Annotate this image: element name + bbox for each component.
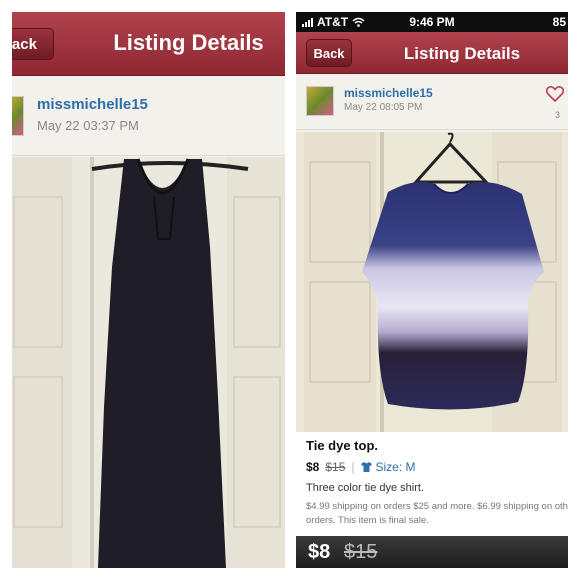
page-title: Listing Details — [113, 30, 264, 55]
dress-photo — [12, 157, 285, 568]
item-title: Tie dye top. — [306, 438, 378, 453]
seller-username[interactable]: missmichelle15 — [344, 86, 433, 100]
divider: | — [351, 460, 355, 474]
header-bar: Back Listing Details — [12, 12, 285, 76]
shirt-icon — [360, 462, 372, 472]
listing-timestamp: May 22 08:05 PM — [344, 102, 423, 113]
avatar[interactable] — [12, 96, 24, 136]
listing-details: Tie dye top. $8 $15 | Size: M Three colo… — [296, 432, 568, 536]
back-button[interactable]: Back — [306, 39, 352, 67]
tie-dye-top-photo — [296, 132, 568, 432]
original-price: $15 — [325, 460, 346, 474]
shipping-note: $4.99 shipping on orders $25 and more. $… — [306, 501, 568, 526]
price-row: $8 $15 | Size: M — [306, 460, 416, 474]
seller-row[interactable]: missmichelle15 May 22 03:37 PM — [12, 76, 285, 156]
header-bar: Back Listing Details — [296, 32, 568, 74]
back-button-label: Back — [12, 35, 37, 53]
bottom-price-bar[interactable]: $8 $15 — [296, 536, 568, 568]
seller-row[interactable]: missmichelle15 May 22 08:05 PM 3 — [296, 74, 568, 130]
page-title: Listing Details — [403, 44, 521, 63]
clock: 9:46 PM — [409, 15, 455, 29]
bar-price: $8 — [308, 541, 331, 563]
back-button[interactable]: Back — [12, 28, 54, 60]
listing-photo[interactable] — [12, 157, 285, 568]
avatar[interactable] — [306, 86, 334, 116]
bar-original-price: $15 — [344, 541, 378, 563]
status-bar: AT&T 9:46 PM 85 — [296, 12, 568, 32]
left-screenshot: Back Listing Details missmichelle15 May … — [12, 12, 285, 568]
size-info: Size: M — [360, 460, 416, 474]
item-price: $8 — [306, 460, 320, 474]
listing-photo[interactable] — [296, 132, 568, 432]
battery-level: 85 — [552, 15, 566, 29]
right-screenshot: AT&T 9:46 PM 85 Back Listing Details mis… — [296, 12, 568, 568]
item-description: Three color tie dye shirt. — [306, 482, 424, 494]
heart-icon[interactable] — [546, 86, 564, 102]
listing-timestamp: May 22 03:37 PM — [37, 118, 139, 133]
likes-count: 3 — [554, 110, 560, 120]
size-label: Size: M — [375, 460, 416, 474]
seller-username[interactable]: missmichelle15 — [37, 96, 148, 113]
